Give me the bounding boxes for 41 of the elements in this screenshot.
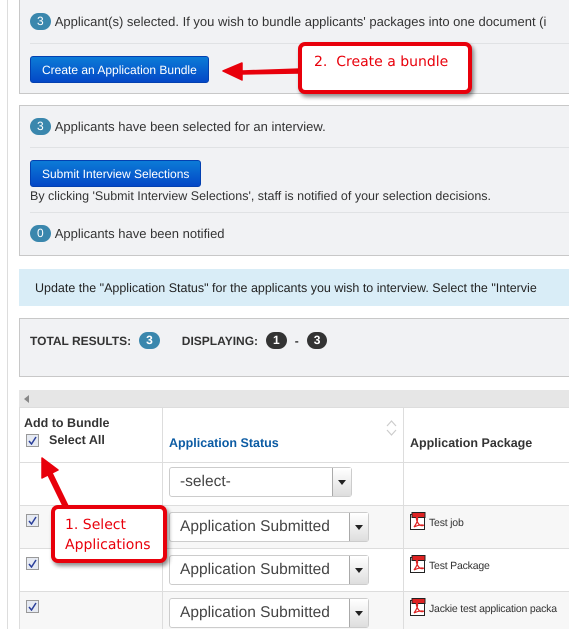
message-text: Applicants have been selected for an interview.: [54, 119, 326, 134]
column-header: Add to Bundle: [24, 416, 110, 430]
count-badge: 3: [30, 13, 51, 30]
checkbox[interactable]: [26, 514, 39, 527]
status-dropdown[interactable]: Application Submitted: [169, 512, 369, 542]
status-filter-dropdown[interactable]: -select-: [169, 467, 352, 497]
message-text: Applicant(s) selected. If you wish to bundle applicants' packages into one document (i: [54, 14, 546, 29]
dropdown-caret-icon[interactable]: [355, 524, 363, 530]
submit-selections-button[interactable]: Submit Interview Selections: [30, 160, 202, 187]
count-badge: 3: [30, 118, 51, 135]
dropdown-caret-icon[interactable]: [355, 610, 363, 616]
pdf-file-icon: [410, 598, 427, 616]
status-dropdown[interactable]: Application Submitted: [169, 555, 369, 585]
column-header: Application Package: [410, 436, 532, 450]
callout-box: 2. Create a bundle: [298, 42, 472, 94]
package-link[interactable]: Test Package: [429, 560, 490, 572]
scrollbar[interactable]: [19, 390, 569, 407]
column-header[interactable]: Application Status: [169, 436, 279, 450]
status-dropdown[interactable]: Application Submitted: [169, 598, 369, 628]
count-badge: 1: [266, 332, 287, 349]
note-text: By clicking 'Submit Interview Selections', staff is notified of your selection decisions.: [30, 189, 492, 203]
results-label: DISPLAYING:: [182, 334, 258, 348]
checkbox[interactable]: [26, 557, 39, 570]
range-separator: -: [294, 334, 299, 348]
checkbox[interactable]: [26, 434, 39, 446]
results-label: TOTAL RESULTS:: [30, 334, 132, 348]
pdf-file-icon: [410, 555, 427, 573]
count-badge: 3: [139, 332, 160, 349]
create-bundle-button[interactable]: Create an Application Bundle: [30, 56, 209, 83]
scroll-left-icon[interactable]: [24, 394, 29, 402]
callout-box: 1. Select Applications: [51, 505, 167, 563]
package-link[interactable]: Test job: [429, 516, 464, 528]
info-text: Update the "Application Status" for the applicants you wish to interview. Select the "Intervie: [35, 280, 537, 294]
pdf-file-icon: [410, 512, 427, 530]
dropdown-caret-icon[interactable]: [355, 568, 363, 572]
checkbox[interactable]: [26, 600, 39, 613]
count-badge: 3: [306, 332, 328, 349]
dropdown-caret-icon[interactable]: [338, 480, 346, 484]
message-text: Applicants have been notified: [54, 226, 225, 240]
count-badge: 0: [30, 224, 51, 242]
checkbox-label: Select All: [49, 433, 105, 447]
